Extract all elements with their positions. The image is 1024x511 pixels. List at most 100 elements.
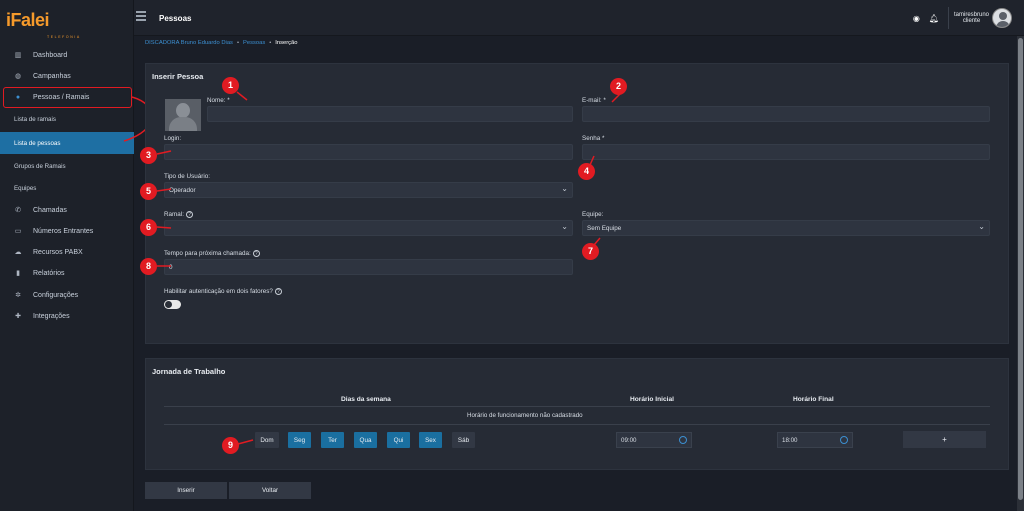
bell-icon[interactable]: 🔔︎ [929, 14, 939, 23]
annotation-badge-2: 2 [610, 78, 627, 95]
highlight-box [3, 87, 132, 108]
help-icon[interactable]: ? [185, 211, 193, 218]
tipo-usuario-label: Tipo de Usuário: [164, 173, 210, 180]
end-time-input[interactable]: 18:00 [777, 432, 853, 448]
ramal-select[interactable] [164, 220, 573, 236]
email-label: E-mail: * [582, 97, 606, 104]
chart-icon: ▥ [14, 52, 22, 59]
twofa-toggle[interactable] [164, 300, 181, 309]
day-qua-button[interactable]: Qua [354, 432, 377, 448]
divider [164, 406, 990, 407]
globe-icon[interactable]: ◉ [913, 14, 920, 23]
sidebar-item-label: Chamadas [33, 206, 67, 214]
help-icon[interactable]: ? [252, 250, 260, 257]
equipe-select[interactable]: Sem Equipe [582, 220, 990, 236]
insert-button[interactable]: Inserir [145, 482, 227, 499]
tipo-usuario-select[interactable]: Operador [164, 182, 573, 198]
day-sab-button[interactable]: Sáb [452, 432, 475, 448]
day-ter-button[interactable]: Ter [321, 432, 344, 448]
sidebar-subitem-label: Lista de ramais [14, 115, 56, 123]
nome-input[interactable] [207, 106, 573, 122]
sidebar-item-integracoes[interactable]: ✚ Integrações [0, 306, 134, 326]
sidebar-item-label: Números Entrantes [33, 227, 94, 235]
day-qui-button[interactable]: Qui [387, 432, 410, 448]
user-photo[interactable] [165, 99, 201, 131]
annotation-badge-5: 5 [140, 183, 157, 200]
email-input[interactable] [582, 106, 990, 122]
gear-icon: ✲ [15, 292, 21, 299]
logo-text: iFalei [6, 9, 50, 30]
sidebar-subitem-label: Equipes [14, 184, 37, 192]
sidebar-subitem-label: Grupos de Ramais [14, 162, 66, 170]
sidebar-item-numeros-entrantes[interactable]: ▭ Números Entrantes [0, 221, 134, 241]
end-time-value: 18:00 [782, 436, 798, 444]
start-time-input[interactable]: 09:00 [616, 432, 692, 448]
help-icon[interactable]: ? [274, 288, 282, 295]
clock-icon[interactable] [840, 436, 848, 444]
tempo-value: 0 [169, 263, 173, 271]
col-fim-header: Horário Final [793, 396, 834, 403]
sidebar: iFalei TELEFONIA ▥ Dashboard ◍ Campanhas ●… [0, 0, 134, 511]
sidebar-item-label: Integrações [33, 312, 70, 320]
annotation-badge-6: 6 [140, 219, 157, 236]
tempo-input[interactable]: 0 [164, 259, 573, 275]
breadcrumb: DISCADORA Bruno Eduardo Dias • Pessoas • Ins… [145, 40, 298, 46]
sidebar-item-recursos-pabx[interactable]: ☁ Recursos PABX [0, 242, 134, 262]
sidebar-item-campanhas[interactable]: ◍ Campanhas [0, 66, 134, 86]
sidebar-item-configuracoes[interactable]: ✲ Configurações [0, 285, 134, 305]
page-title: Pessoas [159, 14, 192, 23]
breadcrumb-section[interactable]: Pessoas [243, 40, 265, 46]
breadcrumb-current: Inserção [275, 40, 298, 46]
col-inicio-header: Horário Inicial [630, 396, 674, 403]
sidebar-item-dashboard[interactable]: ▥ Dashboard [0, 45, 134, 65]
equipe-value: Sem Equipe [587, 224, 622, 232]
sidebar-item-label: Relatórios [33, 269, 65, 277]
tipo-usuario-value: Operador [169, 186, 196, 194]
breadcrumb-root[interactable]: DISCADORA Bruno Eduardo Dias [145, 40, 233, 46]
twofa-label: Habilitar autenticação em dois fatores?? [164, 288, 282, 295]
annotation-badge-7: 7 [582, 243, 599, 260]
sidebar-subitem-lista-pessoas[interactable]: Lista de pessoas [0, 132, 134, 154]
logo-subtitle: TELEFONIA [47, 35, 81, 39]
clock-icon[interactable] [679, 436, 687, 444]
globe-icon: ◍ [14, 73, 22, 80]
avatar[interactable] [992, 8, 1012, 28]
sidebar-item-label: Campanhas [33, 72, 71, 80]
sidebar-item-relatorios[interactable]: ▮ Relatórios [0, 263, 134, 283]
scrollbar-thumb[interactable] [1018, 38, 1023, 500]
login-input[interactable] [164, 144, 573, 160]
tempo-label-text: Tempo para próxima chamada: [164, 250, 251, 257]
sidebar-item-label: Dashboard [33, 51, 68, 59]
day-dom-button[interactable]: Dom [255, 432, 279, 448]
senha-input[interactable] [582, 144, 990, 160]
equipe-label: Equipe: [582, 211, 604, 218]
sidebar-subitem-equipes[interactable]: Equipes [0, 177, 134, 199]
add-schedule-button[interactable]: + [903, 431, 986, 448]
annotation-badge-9: 9 [222, 437, 239, 454]
jornada-title: Jornada de Trabalho [152, 367, 226, 376]
login-label: Login: [164, 135, 182, 142]
phone-icon: ✆ [15, 207, 21, 214]
scrollbar[interactable] [1017, 36, 1024, 511]
ramal-label: Ramal:? [164, 211, 193, 218]
user-role: cliente [962, 18, 981, 24]
breadcrumb-separator: • [236, 40, 239, 46]
annotation-badge-1: 1 [222, 77, 239, 94]
clipboard-icon: ▮ [16, 270, 20, 277]
cloud-icon: ☁ [14, 249, 22, 256]
senha-label: Senha * [582, 135, 605, 142]
logo[interactable]: iFalei [0, 0, 133, 40]
back-button[interactable]: Voltar [229, 482, 311, 499]
sidebar-subitem-grupos-ramais[interactable]: Grupos de Ramais [0, 155, 134, 177]
user-info[interactable]: tamiresbruno cliente [947, 7, 989, 29]
toggle-knob [165, 301, 172, 308]
start-time-value: 09:00 [621, 436, 637, 444]
day-seg-button[interactable]: Seg [288, 432, 311, 448]
day-sex-button[interactable]: Sex [419, 432, 442, 448]
sidebar-item-label: Recursos PABX [33, 248, 83, 256]
sidebar-subitem-lista-ramais[interactable]: Lista de ramais [0, 108, 134, 130]
sidebar-item-chamadas[interactable]: ✆ Chamadas [0, 200, 134, 220]
menu-icon[interactable] [136, 11, 146, 23]
annotation-badge-3: 3 [140, 147, 157, 164]
annotation-badge-4: 4 [578, 163, 595, 180]
